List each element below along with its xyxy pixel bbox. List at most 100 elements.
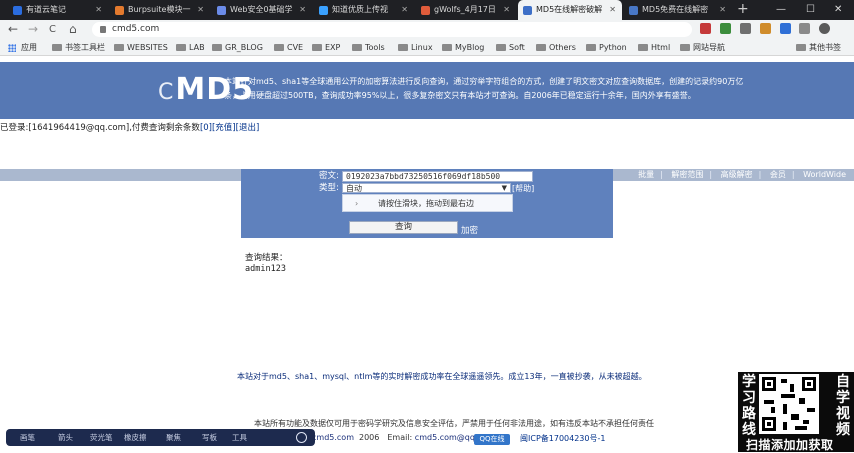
bookmark-folder[interactable]: Tools: [352, 39, 385, 56]
cipher-input[interactable]: 0192023a7bbd73250516f069df18b500: [342, 171, 533, 182]
recharge-link[interactable]: [充值]: [212, 123, 236, 133]
remaining-count-link[interactable]: [0]: [200, 123, 212, 133]
submenu-range[interactable]: 解密范围: [671, 170, 703, 179]
submenu-worldwide[interactable]: WorldWide: [803, 170, 846, 179]
tool-eraser[interactable]: 橡皮擦: [124, 429, 147, 446]
footer-info: cmd5.com 2006 Email: cmd5.com@qq.com: [312, 431, 495, 445]
address-bar[interactable]: cmd5.com: [92, 22, 692, 37]
extension-icon[interactable]: [799, 23, 811, 34]
bookmark-folder[interactable]: 网站导航: [680, 39, 725, 56]
tab-close-icon[interactable]: ✕: [299, 0, 306, 20]
folder-icon: [680, 44, 690, 51]
maximize-icon[interactable]: ☐: [806, 0, 815, 20]
bookmark-folder[interactable]: Linux: [398, 39, 433, 56]
extension-icon[interactable]: [700, 23, 711, 34]
profile-avatar[interactable]: [819, 23, 831, 34]
browser-tab-strip: 有道云笔记 ✕ Burpsuite模块一 ✕ Web安全0基础学 ✕ 知道优质上…: [0, 0, 854, 20]
tool-tools[interactable]: 工具: [232, 429, 247, 446]
extension-icon[interactable]: [759, 23, 771, 34]
close-window-icon[interactable]: ✕: [834, 0, 842, 20]
folder-icon: [312, 44, 322, 51]
bookmark-folder[interactable]: EXP: [312, 39, 340, 56]
bookmark-folder[interactable]: Others: [536, 39, 576, 56]
type-label: 类型:: [319, 183, 339, 193]
power-icon[interactable]: [296, 432, 307, 443]
tool-board[interactable]: 写板: [202, 429, 217, 446]
tab-favicon-icon: [421, 6, 430, 15]
tool-focus[interactable]: 聚焦: [166, 429, 181, 446]
reload-icon[interactable]: C: [49, 21, 56, 38]
tool-arrow[interactable]: 箭头: [58, 429, 73, 446]
submenu-batch[interactable]: 批量: [638, 170, 654, 179]
promo-caption: 扫描添加加获取: [746, 438, 834, 452]
browser-tab[interactable]: gWolfs_4月17日 ✕: [416, 0, 516, 20]
site-about-banner[interactable]: 本站对于md5、sha1、mysql、ntlm等的实时解密成功率在全球遥遥领先。…: [237, 371, 647, 382]
query-button[interactable]: 查询: [349, 221, 458, 234]
promo-left-text: 学习路线: [742, 374, 756, 438]
footer-email-label: Email:: [387, 433, 413, 442]
tab-title: gWolfs_4月17日: [434, 5, 496, 14]
extension-icons: [700, 23, 836, 36]
extension-icon[interactable]: [779, 23, 791, 34]
bookmark-folder[interactable]: CVE: [274, 39, 303, 56]
folder-icon: [114, 44, 124, 51]
bookmark-folder[interactable]: 书签工具栏: [52, 39, 105, 56]
login-status: 已登录:[1641964419@qq.com],付费查询剩余条数[0][充值][…: [0, 123, 260, 133]
folder-icon: [496, 44, 506, 51]
folder-icon: [274, 44, 284, 51]
tab-close-icon[interactable]: ✕: [609, 0, 616, 20]
slider-handle-icon[interactable]: ›: [355, 195, 358, 212]
bookmark-folder[interactable]: MyBlog: [442, 39, 484, 56]
bookmarks-bar: 应用 书签工具栏 WEBSITES LAB GR_BLOG CVE EXP To…: [0, 39, 854, 56]
tab-close-icon[interactable]: ✕: [95, 0, 102, 20]
bookmark-folder[interactable]: LAB: [176, 39, 205, 56]
extension-icon[interactable]: [739, 23, 751, 34]
tab-favicon-icon: [319, 6, 328, 15]
site-disclaimer: 本站所有功能及数据仅可用于密码学研究及信息安全评估，严禁用于任何非法用途，如有违…: [254, 419, 654, 428]
url-text[interactable]: cmd5.com: [112, 22, 159, 37]
submenu-member[interactable]: 会员: [770, 170, 786, 179]
extension-icon[interactable]: [719, 23, 731, 34]
help-link[interactable]: [帮助]: [512, 183, 534, 194]
tab-close-icon[interactable]: ✕: [719, 0, 726, 20]
tool-pen[interactable]: 画笔: [20, 429, 35, 446]
browser-tab[interactable]: Web安全0基础学 ✕: [212, 0, 312, 20]
tab-close-icon[interactable]: ✕: [197, 0, 204, 20]
tab-title: Burpsuite模块一: [128, 5, 191, 14]
bookmark-folder[interactable]: WEBSITES: [114, 39, 168, 56]
browser-tab[interactable]: 知道优质上传视 ✕: [314, 0, 414, 20]
tab-favicon-icon: [217, 6, 226, 15]
browser-tab[interactable]: Burpsuite模块一 ✕: [110, 0, 210, 20]
bookmark-folder[interactable]: GR_BLOG: [212, 39, 263, 56]
new-tab-button[interactable]: +: [737, 0, 749, 19]
site-intro: 本站针对md5、sha1等全球通用公开的加密算法进行反向查询，通过穷举字符组合的…: [224, 77, 744, 100]
browser-tab[interactable]: MD5免费在线解密 ✕: [624, 0, 732, 20]
qq-online-badge[interactable]: QQ在线: [474, 434, 510, 445]
tab-favicon-icon: [523, 6, 532, 15]
icp-link[interactable]: 闽ICP备17004230号-1: [520, 433, 605, 444]
tool-highlighter[interactable]: 荧光笔: [90, 429, 113, 446]
footer-site[interactable]: cmd5.com: [312, 433, 354, 442]
type-select[interactable]: 自动 ▼: [342, 183, 511, 193]
forward-icon[interactable]: →: [28, 21, 38, 38]
slider-captcha[interactable]: › 请按住滑块，拖动到最右边: [342, 194, 513, 212]
home-icon[interactable]: ⌂: [69, 21, 77, 38]
encrypt-link[interactable]: 加密: [461, 224, 478, 236]
folder-icon: [212, 44, 222, 51]
folder-icon: [796, 44, 806, 51]
browser-tab-active[interactable]: MD5在线解密破解 ✕: [518, 0, 622, 20]
bookmark-folder[interactable]: Python: [586, 39, 627, 56]
bookmark-folder[interactable]: Html: [638, 39, 670, 56]
bookmark-other[interactable]: 其他书签: [796, 39, 841, 56]
tab-close-icon[interactable]: ✕: [503, 0, 510, 20]
promo-right-text: 自学视频: [836, 374, 850, 438]
back-icon[interactable]: ←: [8, 21, 18, 38]
minimize-icon[interactable]: —: [776, 0, 786, 20]
tab-close-icon[interactable]: ✕: [401, 0, 408, 20]
submenu-advanced[interactable]: 高级解密: [721, 170, 753, 179]
logout-link[interactable]: [退出]: [236, 123, 260, 133]
browser-tab[interactable]: 有道云笔记 ✕: [8, 0, 108, 20]
bookmark-folder[interactable]: Soft: [496, 39, 525, 56]
folder-icon: [536, 44, 546, 51]
bookmark-apps[interactable]: 应用: [8, 39, 37, 56]
